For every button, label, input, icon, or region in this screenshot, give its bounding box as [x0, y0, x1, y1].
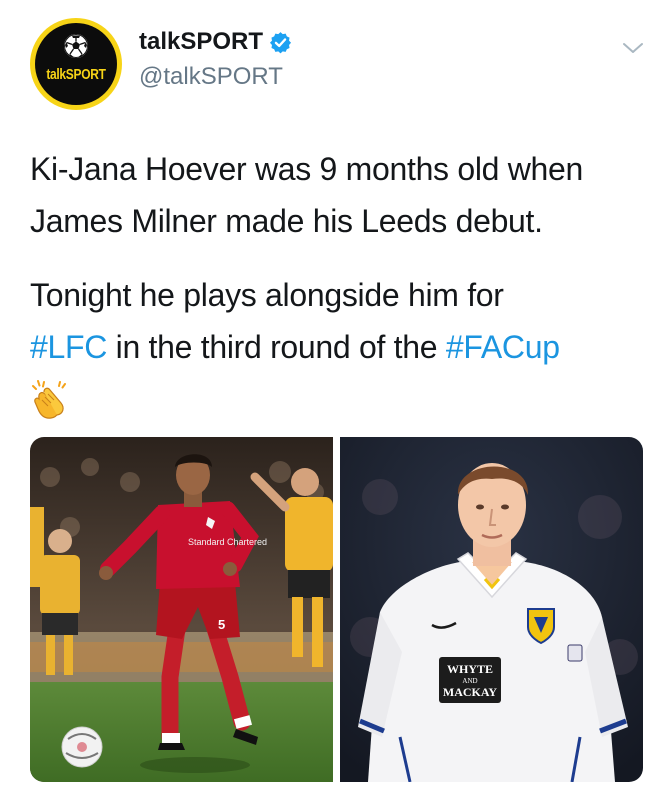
photo-leeds-player[interactable]: WHYTE AND MACKAY — [340, 437, 643, 782]
tweet-text-line: Tonight he plays alongside him for — [30, 277, 504, 313]
tweet-text-fragment: in the third round of the — [107, 329, 446, 365]
right-sponsor-line1: WHYTE — [447, 662, 493, 676]
avatar-inner: talkSPORT — [35, 23, 117, 105]
tweet-media: 5 Standard Chartered WHYTE AND MACKAY — [30, 437, 643, 782]
avatar-wordmark: talkSPORT — [46, 65, 106, 83]
tweet-text-paragraph-2: Tonight he plays alongside him for #LFC … — [30, 269, 650, 373]
right-sponsor-line3: MACKAY — [443, 685, 498, 699]
tweet-text-line: James Milner made his Leeds debut. — [30, 203, 543, 239]
right-sponsor-line2: AND — [462, 677, 477, 685]
football-icon — [64, 34, 88, 58]
tweet-text-line: Ki-Jana Hoever was 9 months old when — [30, 151, 584, 187]
display-name[interactable]: talkSPORT — [139, 28, 263, 56]
left-shirt-sponsor: Standard Chartered — [188, 537, 267, 547]
user-handle[interactable]: @talkSPORT — [139, 63, 283, 91]
hashtag-facup-link[interactable]: #FACup — [446, 329, 560, 365]
photo-liverpool-player[interactable]: 5 Standard Chartered — [30, 437, 333, 782]
hashtag-lfc-link[interactable]: #LFC — [30, 329, 107, 365]
author-name-row: talkSPORT — [139, 27, 292, 57]
verified-badge-icon — [269, 31, 292, 54]
tweet-text-line: #LFC in the third round of the #FACup — [30, 321, 650, 373]
avatar[interactable]: talkSPORT — [30, 18, 122, 110]
tweet-card: talkSPORT talkSPORT @talkSPORT Ki-Jana H… — [0, 0, 663, 803]
squad-number: 5 — [218, 617, 225, 632]
tweet-text-paragraph-1: Ki-Jana Hoever was 9 months old when Jam… — [30, 143, 650, 247]
clapping-hands-emoji — [32, 380, 66, 419]
chevron-down-icon[interactable] — [622, 40, 644, 56]
